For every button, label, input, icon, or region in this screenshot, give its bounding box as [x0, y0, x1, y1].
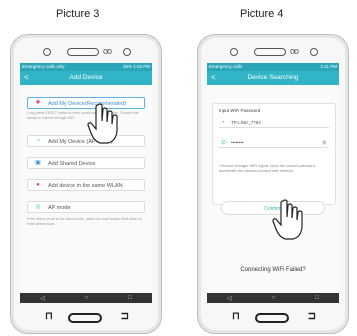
add-device-same-wlan-button[interactable]: ● Add device in the same WLAN [27, 179, 145, 191]
connecting-wifi-failed-link[interactable]: Connecting WiFi Failed? [207, 267, 339, 273]
back-icon[interactable]: < [24, 71, 29, 85]
page-title: Add Device [69, 74, 103, 81]
status-bar: Emergency calls 1:11 PM [207, 63, 339, 71]
back-icon[interactable]: < [211, 71, 216, 85]
ap-icon: ◎ [35, 204, 41, 210]
hardware-home-button[interactable] [255, 313, 289, 323]
hardware-back-icon[interactable]: ⊓ [232, 311, 240, 322]
button-label: Add device in the same WLAN [48, 183, 123, 189]
nav-recents-icon[interactable]: □ [315, 295, 319, 301]
wifi-icon: ◔ [36, 138, 40, 144]
hardware-menu-icon[interactable]: ⊐ [121, 311, 129, 322]
device-searching-content: Input WiFi Password ◔ TP-LINK_778A ⊙ •••… [207, 85, 339, 293]
phone-frame-left: oo Emergency calls only 35% 1:02 PM < Ad… [10, 34, 162, 334]
hardware-back-icon[interactable]: ⊓ [45, 311, 53, 322]
hand-pointer-icon [272, 199, 303, 240]
hardware-buttons: ⊓ ⊐ [11, 311, 161, 325]
status-left-text: Emergency calls [209, 64, 243, 69]
nav-back-icon[interactable]: ◁ [227, 295, 232, 302]
phone-top-bar: oo [11, 45, 161, 59]
phone-frame-right: oo Emergency calls 1:11 PM < Device Sear… [197, 34, 349, 334]
plus-icon: ✚ [35, 100, 41, 106]
status-bar: Emergency calls only 35% 1:02 PM [20, 63, 152, 71]
direct-mode-note: If the device is set to the direct mode,… [27, 217, 142, 226]
sensor-icon [123, 48, 131, 56]
wifi-hint: *Choose stronger WiFi signal, input the … [219, 164, 316, 173]
page-title: Device Searching [247, 74, 299, 81]
nav-back-icon[interactable]: ◁ [40, 295, 45, 302]
sensor-dots: oo [290, 46, 299, 56]
wifi-panel-title: Input WiFi Password [219, 108, 261, 113]
hardware-buttons: ⊓ ⊐ [198, 311, 348, 325]
app-header: < Device Searching [207, 71, 339, 85]
wifi-icon: ◔ [221, 120, 225, 126]
ssid-value: TP-LINK_778A [231, 120, 262, 125]
lock-icon: ⊙ [221, 140, 227, 146]
nav-home-icon[interactable]: ○ [85, 295, 89, 301]
picture-4-label: Picture 4 [240, 8, 284, 20]
share-icon: ▣ [35, 160, 41, 166]
wifi-password-panel: Input WiFi Password ◔ TP-LINK_778A ⊙ •••… [212, 103, 336, 205]
nav-home-icon[interactable]: ○ [272, 295, 276, 301]
app-header: < Add Device [20, 71, 152, 85]
front-camera-icon [230, 48, 238, 56]
ssid-field[interactable]: ◔ TP-LINK_778A [219, 118, 329, 128]
password-value: •••••••• [231, 140, 244, 145]
ap-mode-button[interactable]: ◎ AP mode [27, 201, 145, 213]
eye-icon[interactable]: ◉ [322, 138, 327, 148]
status-right-text: 35% 1:02 PM [122, 64, 150, 69]
app-screen: Emergency calls 1:11 PM < Device Searchi… [207, 63, 339, 303]
speaker-grille [67, 48, 99, 56]
speaker-grille [254, 48, 286, 56]
sensor-icon [310, 48, 318, 56]
lan-icon: ● [36, 182, 40, 188]
nav-recents-icon[interactable]: □ [128, 295, 132, 301]
hardware-home-button[interactable] [68, 313, 102, 323]
app-screen: Emergency calls only 35% 1:02 PM < Add D… [20, 63, 152, 303]
status-left-text: Emergency calls only [22, 64, 65, 69]
password-field[interactable]: ⊙ •••••••• ◉ [219, 138, 329, 148]
button-label: Add Shared Device [48, 161, 96, 167]
hand-pointer-icon [87, 103, 118, 144]
android-nav-bar: ◁ ○ □ [20, 293, 152, 303]
hardware-menu-icon[interactable]: ⊐ [308, 311, 316, 322]
front-camera-icon [43, 48, 51, 56]
status-right-text: 1:11 PM [320, 64, 337, 69]
add-shared-device-button[interactable]: ▣ Add Shared Device [27, 157, 145, 169]
sensor-dots: oo [103, 46, 112, 56]
android-nav-bar: ◁ ○ □ [207, 293, 339, 303]
button-label: AP mode [48, 205, 71, 211]
picture-3-label: Picture 3 [56, 8, 100, 20]
phone-top-bar: oo [198, 45, 348, 59]
